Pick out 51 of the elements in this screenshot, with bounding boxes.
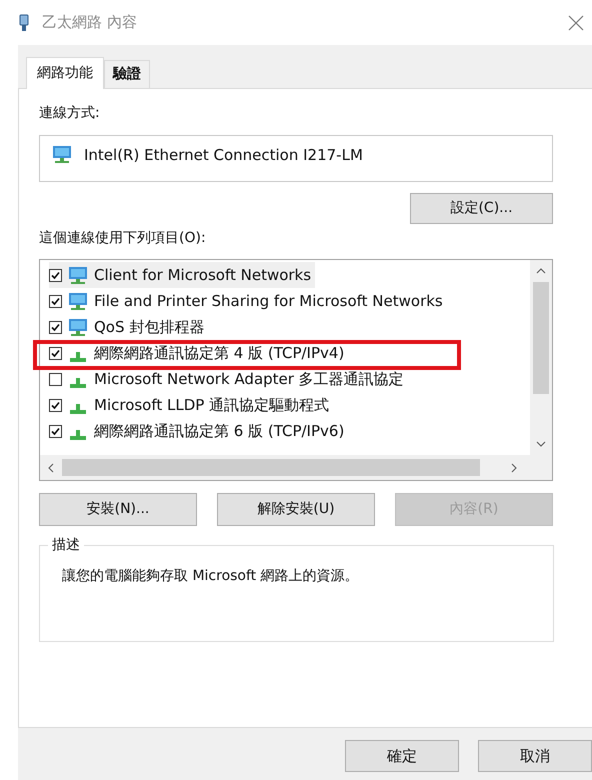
checkbox[interactable] — [49, 294, 62, 308]
adapter-name: Intel(R) Ethernet Connection I217-LM — [84, 145, 363, 166]
action-button[interactable]: 安裝(N)... — [39, 493, 197, 526]
horizontal-scrollbar[interactable] — [40, 455, 552, 480]
checkbox[interactable] — [49, 372, 62, 386]
checkbox[interactable] — [49, 424, 62, 438]
computer-icon — [68, 265, 88, 285]
network-protocol-icon — [68, 429, 88, 441]
section-label: 這個連線使用下列項目(O): — [39, 229, 207, 248]
network-protocol-icon — [68, 377, 88, 389]
item-label: Microsoft Network Adapter 多工器通訊協定 — [94, 368, 404, 390]
list-item[interactable]: File and Printer Sharing for Microsoft Networks — [49, 288, 447, 314]
scroll-thumb[interactable] — [533, 282, 549, 394]
dialog-button[interactable]: 取消 — [478, 740, 592, 772]
list-item[interactable]: 網際網路通訊協定第 4 版 (TCP/IPv4) — [49, 340, 348, 366]
close-icon — [568, 14, 584, 30]
checkbox[interactable] — [49, 268, 62, 282]
window-title: 乙太網路 內容 — [42, 12, 137, 34]
item-label: File and Printer Sharing for Microsoft Networks — [94, 290, 443, 312]
item-label: QoS 封包排程器 — [94, 316, 204, 338]
vertical-scrollbar[interactable] — [530, 260, 552, 455]
tab[interactable]: 網路功能 — [26, 57, 104, 89]
list-item[interactable]: Microsoft Network Adapter 多工器通訊協定 — [49, 366, 408, 392]
action-button[interactable]: 解除安裝(U) — [217, 493, 375, 526]
dialog-button[interactable]: 確定 — [345, 740, 459, 772]
scroll-thumb[interactable] — [62, 459, 480, 476]
list-item[interactable]: Microsoft LLDP 通訊協定驅動程式 — [49, 392, 334, 418]
list-item[interactable]: 網際網路通訊協定第 6 版 (TCP/IPv6) — [49, 418, 348, 444]
scroll-up-icon — [536, 268, 546, 274]
item-label: 網際網路通訊協定第 4 版 (TCP/IPv4) — [94, 342, 344, 364]
network-protocol-icon — [68, 403, 88, 415]
list-item[interactable]: QoS 封包排程器 — [49, 314, 208, 340]
configure-button[interactable]: 設定(C)... — [410, 193, 553, 224]
checkbox[interactable] — [49, 346, 62, 360]
scroll-left-icon — [48, 462, 54, 472]
section-label: 連線方式: — [39, 104, 101, 123]
computer-icon — [68, 317, 88, 337]
computer-icon — [52, 144, 72, 164]
tab[interactable]: 驗證 — [104, 60, 150, 88]
scroll-down-icon — [536, 441, 546, 447]
network-protocol-icon — [68, 351, 88, 363]
network-cable-icon — [18, 14, 30, 32]
item-label: Microsoft LLDP 通訊協定驅動程式 — [94, 394, 330, 416]
computer-icon — [68, 291, 88, 311]
list-item[interactable]: Client for Microsoft Networks — [49, 262, 316, 288]
description-text: 讓您的電腦能夠存取 Microsoft 網路上的資源。 — [62, 568, 359, 584]
checkbox[interactable] — [49, 320, 62, 334]
scroll-right-icon — [511, 462, 517, 472]
item-label: Client for Microsoft Networks — [94, 264, 312, 286]
item-label: 網際網路通訊協定第 6 版 (TCP/IPv6) — [94, 420, 344, 442]
checkbox[interactable] — [49, 398, 62, 412]
